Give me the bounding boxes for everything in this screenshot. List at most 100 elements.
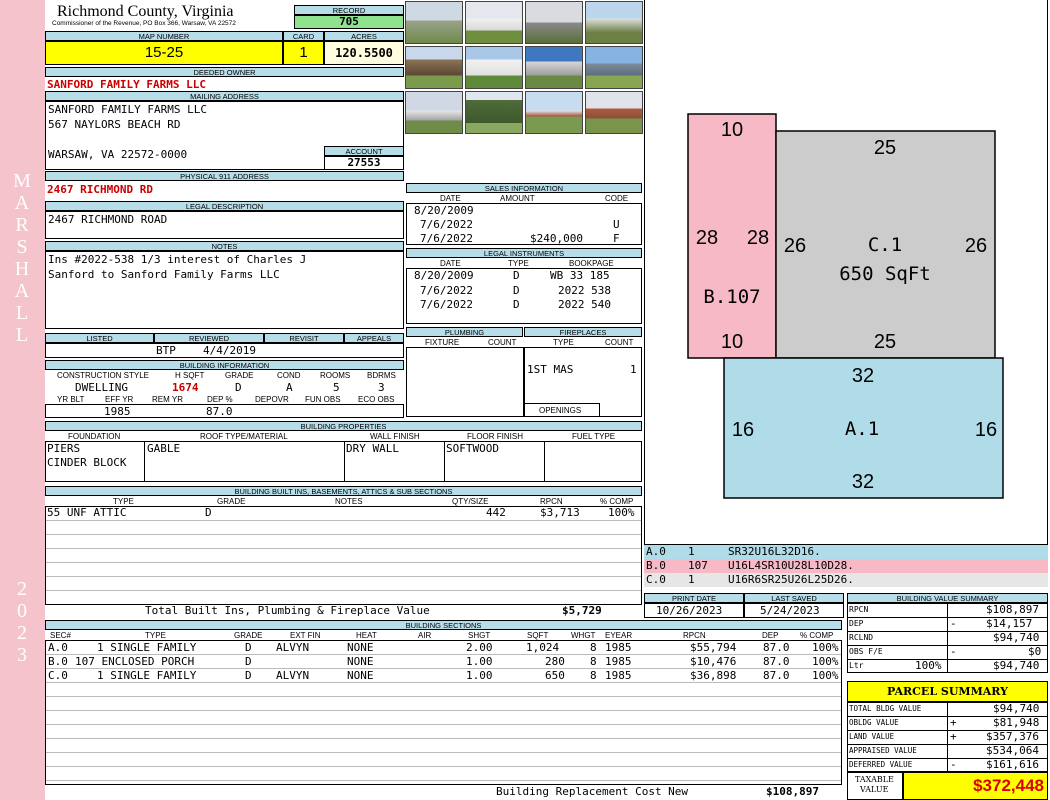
sec-3-sec: C.0: [48, 669, 68, 682]
notes-line-1: Ins #2022-538 1/3 interest of Charles J: [48, 253, 307, 266]
bi-grade: D: [235, 381, 242, 394]
prop-found-2: CINDER BLOCK: [47, 456, 127, 469]
bin-h-rpcn: RPCN: [540, 497, 563, 506]
bi-h-cond: COND: [277, 371, 301, 380]
inst-h-type: TYPE: [508, 259, 529, 268]
fp-count: 1: [630, 363, 637, 376]
sec-2-sec: B.0: [48, 655, 68, 668]
sec-2-heat: NONE: [347, 655, 374, 668]
sec-1-dep: 87.0: [763, 641, 790, 654]
sec-1-type: 1 SINGLE FAMILY: [97, 641, 197, 654]
prop-h-fuel: FUEL TYPE: [572, 432, 616, 441]
prop-h-foundation: FOUNDATION: [68, 432, 121, 441]
sec-2-whgt: 8: [590, 655, 597, 668]
vec-b-n: 107: [688, 559, 708, 572]
inst-3-type: D: [513, 298, 520, 311]
sketch-a-top: 32: [852, 365, 874, 387]
bi-h-funobs: FUN OBS: [305, 395, 341, 404]
inst-1-date: 8/20/2009: [414, 269, 474, 282]
bi-hsqft: 1674: [172, 381, 199, 394]
sale-3-code: F: [613, 232, 620, 245]
bin-qty: 442: [486, 506, 506, 519]
builtins-total: $5,729: [562, 604, 602, 617]
bi-rooms: 5: [333, 381, 340, 394]
sec-2-comp: 100%: [812, 655, 839, 668]
sec-3-grade: D: [245, 669, 252, 682]
sketch-a-bottom: 32: [852, 471, 874, 493]
listed-header: LISTED: [45, 333, 154, 343]
account-value: 27553: [324, 156, 404, 170]
vec-a-n: 1: [688, 545, 695, 558]
bvs-rpcn: $108,897: [986, 603, 1039, 616]
inst-h-date: DATE: [440, 259, 461, 268]
bvs-rpcn-label: RPCN: [849, 605, 869, 614]
photo-9: [405, 91, 463, 134]
sec-1-eyear: 1985: [605, 641, 632, 654]
revisit-header: REVISIT: [264, 333, 344, 343]
inst-h-book: BOOKPAGE: [569, 259, 614, 268]
inst-3-book: 2022 540: [558, 298, 611, 311]
sec-3-shgt: 1.00: [466, 669, 493, 682]
bvs-rclnd-label: RCLND: [849, 633, 874, 642]
vec-c-code: C.0: [646, 573, 666, 586]
vec-a-path: SR32U16L32D16.: [728, 545, 821, 558]
sec-3-type: 1 SINGLE FAMILY: [97, 669, 197, 682]
bi-h-yrblt: YR BLT: [57, 395, 85, 404]
bin-type: 55 UNF ATTIC: [47, 506, 127, 519]
sec-h-eyear: EYEAR: [605, 631, 633, 640]
sale-3-amount: $240,000: [530, 232, 583, 245]
bvs-header: BUILDING VALUE SUMMARY: [847, 593, 1048, 603]
sec-1-whgt: 8: [590, 641, 597, 654]
openings-label: OPENINGS: [539, 406, 582, 415]
parcel-appraised-label: APPRAISED VALUE: [849, 746, 917, 755]
bin-grade: D: [205, 506, 212, 519]
acres-header: ACRES: [324, 31, 404, 41]
plumb-h-fixture: FIXTURE: [425, 338, 460, 347]
properties-header: BUILDING PROPERTIES: [45, 421, 642, 431]
sec-h-air: AIR: [418, 631, 432, 640]
record-value: 705: [294, 15, 404, 29]
parcel-bldg-label: TOTAL BLDG VALUE: [849, 704, 922, 713]
sketch-a-label: A.1: [845, 418, 879, 440]
bi-h-ecoobs: ECO OBS: [358, 395, 395, 404]
address-header: PHYSICAL 911 ADDRESS: [45, 171, 404, 181]
vec-b-path: U16L4SR10U28L10D28.: [728, 559, 854, 572]
prop-floor: SOFTWOOD: [446, 442, 499, 455]
building-sketch: 10 10 28 28 B.107 25 25 26 26 C.1 650 Sq…: [687, 113, 1004, 499]
sales-h-amount: AMOUNT: [500, 194, 535, 203]
inst-2-date: 7/6/2022: [420, 284, 473, 297]
county-title: Richmond County, Virginia: [57, 3, 234, 20]
sketch-c-top: 25: [874, 137, 896, 159]
sec-h-sqft: SQFT: [527, 631, 549, 640]
bvs-rclnd: $94,740: [993, 631, 1040, 644]
district-strip: [0, 0, 45, 800]
bi-h-style: CONSTRUCTION STYLE: [57, 371, 150, 380]
inst-3-date: 7/6/2022: [420, 298, 473, 311]
bvs-dep-sign: -: [950, 617, 957, 630]
sale-3-date: 7/6/2022: [420, 232, 473, 245]
fireplaces-header: FIREPLACES: [524, 327, 642, 337]
sec-2-grade: D: [245, 655, 252, 668]
sec-3-sqft: 650: [545, 669, 565, 682]
owner-header: DEEDED OWNER: [45, 67, 404, 77]
print-date: 10/26/2023: [656, 604, 723, 617]
prop-found-1: PIERS: [47, 442, 81, 455]
bi-h-hsqft: H SQFT: [175, 371, 205, 380]
legal-value: 2467 RICHMOND ROAD: [48, 213, 168, 226]
parcel-obldg: $81,948: [993, 716, 1040, 729]
mail-line-2: 567 NAYLORS BEACH RD: [48, 118, 181, 131]
sec-1-sec: A.0: [48, 641, 68, 654]
sections-total: $108,897: [766, 785, 819, 798]
parcel-bldg: $94,740: [993, 702, 1040, 715]
prop-h-wall: WALL FINISH: [370, 432, 420, 441]
map-header: MAP NUMBER: [45, 31, 283, 41]
fp-h-type: TYPE: [553, 338, 574, 347]
sec-3-rpcn: $36,898: [690, 669, 737, 682]
sec-h-dep: DEP: [762, 631, 779, 640]
bin-h-notes: NOTES: [335, 497, 363, 506]
prop-wall: DRY WALL: [346, 442, 399, 455]
sec-2-eyear: 1985: [605, 655, 632, 668]
bi-h-remyr: REM YR: [152, 395, 183, 404]
plumb-h-count: COUNT: [488, 338, 517, 347]
sec-h-ext: EXT FIN: [290, 631, 321, 640]
